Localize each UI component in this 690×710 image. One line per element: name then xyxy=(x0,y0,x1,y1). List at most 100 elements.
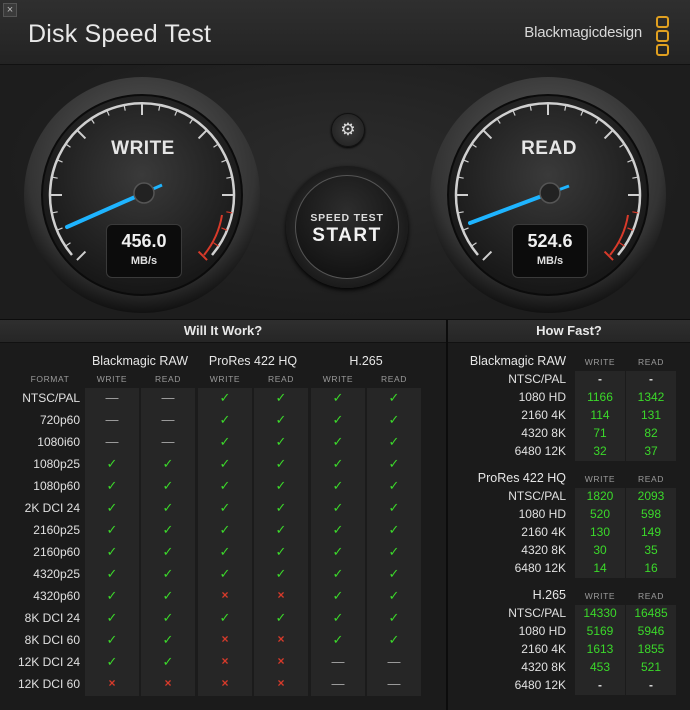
resolution-label: 6480 12K xyxy=(514,444,566,458)
check-icon: ✓ xyxy=(219,500,231,515)
cross-icon: × xyxy=(221,632,229,646)
resolution-label: 1080 HD xyxy=(518,624,566,638)
read-speed-cell: 2093 xyxy=(637,489,665,503)
check-icon: ✓ xyxy=(106,632,118,647)
format-label: 4320p60 xyxy=(33,589,80,603)
write-speed-cell: 30 xyxy=(593,543,607,557)
resolution-label: 4320 8K xyxy=(521,660,566,674)
check-icon: ✓ xyxy=(332,434,344,449)
group-header: H.265 xyxy=(532,588,566,602)
check-icon: ✓ xyxy=(275,522,287,537)
cross-icon: × xyxy=(277,588,285,602)
check-icon: ✓ xyxy=(106,610,118,625)
format-label: NTSC/PAL xyxy=(22,391,80,405)
read-speed-cell: 598 xyxy=(640,507,662,521)
write-gauge-label: WRITE xyxy=(111,138,175,159)
format-label: 8K DCI 24 xyxy=(24,611,80,625)
will-it-work-title: Will It Work? xyxy=(0,320,446,343)
cross-icon: × xyxy=(277,632,285,646)
check-icon: ✓ xyxy=(332,588,344,603)
read-speed-cell: 5946 xyxy=(637,624,665,638)
column-header: READ xyxy=(637,474,665,484)
read-speed-cell: - xyxy=(649,372,653,386)
column-header: READ xyxy=(380,374,408,384)
write-speed-cell: 130 xyxy=(589,525,611,539)
start-button[interactable]: SPEED TEST START xyxy=(286,166,408,288)
check-icon: ✓ xyxy=(162,588,174,603)
check-icon: ✓ xyxy=(162,566,174,581)
check-icon: ✓ xyxy=(275,412,287,427)
check-icon: ✓ xyxy=(332,544,344,559)
check-icon: ✓ xyxy=(162,522,174,537)
format-label: 1080p25 xyxy=(33,457,80,471)
title-bar: Disk Speed Test Blackmagicdesign xyxy=(0,0,690,65)
how-fast-panel: How Fast? Blackmagic RAW WRITE READ NTSC/PA… xyxy=(448,320,690,710)
read-speed-cell: 35 xyxy=(644,543,658,557)
check-icon: ✓ xyxy=(388,588,400,603)
check-icon: ✓ xyxy=(162,500,174,515)
format-label: 1080p60 xyxy=(33,479,80,493)
check-icon: ✓ xyxy=(162,544,174,559)
resolution-label: 2160 4K xyxy=(521,525,566,539)
check-icon: ✓ xyxy=(106,456,118,471)
resolution-label: 2160 4K xyxy=(521,408,566,422)
dash-icon: — xyxy=(331,654,345,669)
resolution-label: NTSC/PAL xyxy=(508,489,566,503)
check-icon: ✓ xyxy=(162,632,174,647)
write-speed-cell: 14 xyxy=(593,561,607,575)
read-speed-cell: 16 xyxy=(644,561,658,575)
write-speed-cell: - xyxy=(598,678,602,692)
cross-icon: × xyxy=(277,654,285,668)
write-speed-unit: MB/s xyxy=(130,255,158,267)
resolution-label: 6480 12K xyxy=(514,561,566,575)
resolution-label: 4320 8K xyxy=(521,426,566,440)
write-speed-value: 456.0 xyxy=(121,231,167,251)
cross-icon: × xyxy=(277,676,285,690)
group-header: Blackmagic RAW xyxy=(91,354,189,368)
column-header: WRITE xyxy=(96,374,128,384)
read-speed-value: 524.6 xyxy=(527,231,573,251)
check-icon: ✓ xyxy=(219,566,231,581)
dash-icon: — xyxy=(105,434,119,449)
column-header: WRITE xyxy=(209,374,241,384)
column-header: WRITE xyxy=(584,591,616,601)
check-icon: ✓ xyxy=(388,478,400,493)
column-header: WRITE xyxy=(322,374,354,384)
check-icon: ✓ xyxy=(162,456,174,471)
cross-icon: × xyxy=(221,654,229,668)
read-speed-cell: 82 xyxy=(644,426,658,440)
column-header: READ xyxy=(637,591,665,601)
check-icon: ✓ xyxy=(162,654,174,669)
check-icon: ✓ xyxy=(106,544,118,559)
check-icon: ✓ xyxy=(219,522,231,537)
close-button[interactable]: × xyxy=(3,3,17,17)
app-title: Disk Speed Test xyxy=(28,20,212,48)
settings-gear-icon[interactable]: ⚙ xyxy=(331,113,365,147)
write-speed-cell: 14330 xyxy=(583,606,617,620)
resolution-label: 1080 HD xyxy=(518,507,566,521)
check-icon: ✓ xyxy=(275,544,287,559)
resolution-label: 1080 HD xyxy=(518,390,566,404)
check-icon: ✓ xyxy=(275,478,287,493)
check-icon: ✓ xyxy=(219,412,231,427)
start-button-face[interactable]: SPEED TEST START xyxy=(295,175,399,279)
start-button-subtitle: SPEED TEST xyxy=(310,212,384,224)
check-icon: ✓ xyxy=(332,632,344,647)
check-icon: ✓ xyxy=(388,412,400,427)
check-icon: ✓ xyxy=(219,434,231,449)
dash-icon: — xyxy=(161,390,175,405)
check-icon: ✓ xyxy=(388,456,400,471)
dash-icon: — xyxy=(331,676,345,691)
cross-icon: × xyxy=(164,676,172,690)
column-header: READ xyxy=(267,374,295,384)
check-icon: ✓ xyxy=(388,390,400,405)
column-header: READ xyxy=(637,357,665,367)
write-gauge xyxy=(24,77,260,313)
gauge-hub xyxy=(539,182,561,204)
blackmagic-logo-icon xyxy=(656,16,670,58)
brand-name: Blackmagicdesign xyxy=(524,24,642,41)
check-icon: ✓ xyxy=(388,610,400,625)
read-gauge xyxy=(430,77,666,313)
check-icon: ✓ xyxy=(275,456,287,471)
column-header: WRITE xyxy=(584,357,616,367)
